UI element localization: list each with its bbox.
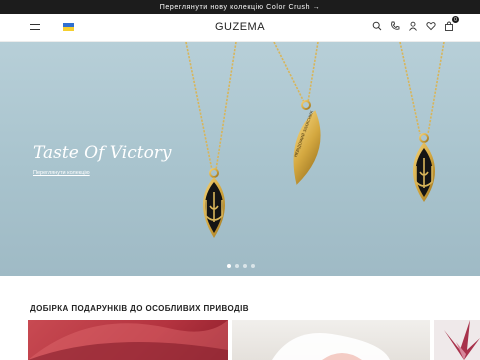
announcement-bar[interactable]: Переглянути нову колекцію Color Crush →: [0, 0, 480, 14]
gift-card-1[interactable]: [28, 320, 228, 360]
hero-collection-link[interactable]: Переглянути колекцію: [33, 170, 90, 176]
ukraine-flag-icon[interactable]: [63, 23, 74, 31]
gift-card-1-image: [28, 320, 228, 360]
user-icon[interactable]: [408, 21, 418, 31]
gifts-section-title: ДОБІРКА ПОДАРУНКІВ ДО ОСОБЛИВИХ ПРИВОДІВ: [30, 304, 249, 313]
slider-dot-2[interactable]: [235, 264, 239, 268]
slider-dot-1[interactable]: [227, 264, 231, 268]
announcement-text[interactable]: Переглянути нову колекцію Color Crush →: [160, 4, 321, 11]
cart-count-badge: 0: [452, 16, 459, 23]
hero-title: Taste Of Victory: [33, 143, 172, 163]
phone-icon[interactable]: [390, 21, 400, 31]
site-logo[interactable]: GUZEMA: [190, 21, 290, 33]
heart-icon[interactable]: [426, 21, 436, 31]
slider-dot-3[interactable]: [243, 264, 247, 268]
slider-dots: [227, 264, 255, 268]
gift-card-2-image: [272, 333, 390, 360]
slider-dot-4[interactable]: [251, 264, 255, 268]
gift-card-2[interactable]: [232, 320, 430, 360]
gift-card-3[interactable]: [434, 320, 480, 360]
search-icon[interactable]: [372, 21, 382, 31]
hero-banner[interactable]: НЕВІДОМИЙ ЗАХИСНИК Taste Of Victory Пере…: [0, 42, 480, 276]
site-header: GUZEMA 0: [0, 14, 480, 42]
gift-card-3-image: [444, 320, 480, 360]
menu-icon[interactable]: [30, 23, 40, 31]
bag-icon[interactable]: 0: [444, 16, 459, 31]
header-actions: 0: [372, 16, 459, 31]
